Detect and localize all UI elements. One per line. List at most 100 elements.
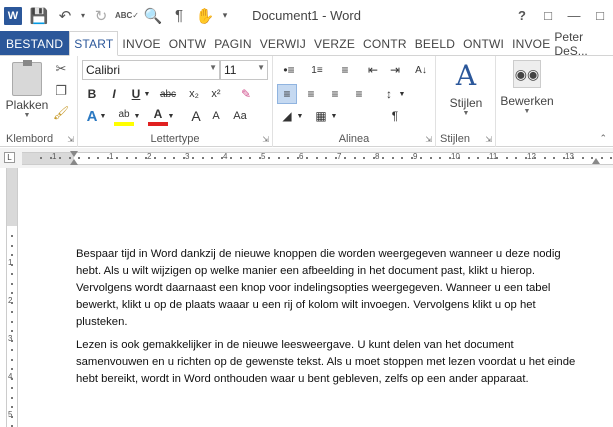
paragraph[interactable]: Bespaar tijd in Word dankzij de nieuwe k… — [76, 246, 576, 331]
superscript-button[interactable]: x² — [206, 84, 226, 104]
tab-bestand[interactable]: BESTAND — [0, 31, 70, 56]
font-size-combo[interactable]: 11 ▼ — [220, 60, 268, 80]
tab-start[interactable]: START — [69, 31, 119, 56]
align-left-icon[interactable]: ≡ — [277, 84, 297, 104]
justify-icon[interactable]: ≡ — [349, 84, 369, 104]
tab-controleren[interactable]: CONTR — [359, 31, 411, 56]
print-preview-icon[interactable]: 🔍 — [140, 0, 166, 31]
highlight-dropdown-icon[interactable]: ▼ — [132, 106, 142, 126]
save-icon[interactable]: 💾 — [26, 0, 52, 31]
show-formatting-marks-icon[interactable]: ¶ — [385, 106, 405, 126]
dialog-launcher-icon[interactable]: ⇲ — [425, 135, 432, 144]
editing-button[interactable]: ◉◉ Bewerken ▼ — [500, 60, 554, 115]
ruler-tick — [78, 157, 80, 159]
align-center-icon[interactable]: ≡ — [301, 84, 321, 104]
tab-invoegen[interactable]: INVOE — [118, 31, 164, 56]
ruler-tick — [11, 283, 13, 285]
tab-invoegtoepassingen[interactable]: INVOE — [508, 31, 554, 56]
ruler-tick — [97, 157, 99, 159]
shrink-font-button[interactable]: A — [206, 106, 226, 126]
sort-icon[interactable]: A↓ — [411, 60, 431, 80]
maximize-icon[interactable]: □ — [587, 0, 613, 31]
horizontal-ruler[interactable]: 1 1 2 3 4 5 6 7 8 9 10 11 12 13 — [22, 151, 613, 165]
grow-font-button[interactable]: A — [186, 106, 206, 126]
borders-icon[interactable]: ▦ — [311, 106, 331, 126]
multilevel-list-icon[interactable]: ≡ — [333, 60, 357, 80]
decrease-indent-icon[interactable]: ⇤ — [363, 60, 383, 80]
minimize-icon[interactable]: — — [561, 0, 587, 31]
tab-verwijzingen[interactable]: VERWIJ — [256, 31, 310, 56]
bold-button[interactable]: B — [82, 84, 102, 104]
ruler-tick — [496, 157, 498, 159]
borders-dropdown-icon[interactable]: ▼ — [329, 106, 339, 126]
dialog-launcher-icon[interactable]: ⇲ — [67, 135, 74, 144]
tab-selector-icon[interactable]: L — [4, 152, 15, 163]
document-area[interactable]: Bespaar tijd in Word dankzij de nieuwe k… — [19, 168, 613, 427]
text-effects-dropdown-icon[interactable]: ▼ — [98, 106, 108, 126]
quick-access-toolbar: W 💾 ↶ ▾ ↻ ABC✓ 🔍 ¶ ✋ ▾ — [0, 0, 232, 31]
word-logo-icon[interactable]: W — [0, 0, 26, 31]
paste-button[interactable]: Plakken ▼ — [6, 60, 48, 119]
ruler-number: 5 — [261, 152, 266, 161]
vertical-ruler[interactable]: 12345 — [6, 168, 18, 427]
underline-dropdown-icon[interactable]: ▼ — [142, 84, 152, 104]
font-name-combo[interactable]: Calibri ▼ — [82, 60, 220, 80]
redo-icon[interactable]: ↻ — [88, 0, 114, 31]
paragraph[interactable]: Lezen is ook gemakkelijker in de nieuwe … — [76, 337, 576, 388]
touch-mode-icon[interactable]: ✋ — [192, 0, 218, 31]
ruler-number: 1 — [52, 152, 57, 161]
document-body[interactable]: Bespaar tijd in Word dankzij de nieuwe k… — [76, 246, 576, 394]
group-label: Lettertype — [150, 133, 200, 145]
highlight-button[interactable]: ab — [114, 106, 134, 126]
user-account[interactable]: Peter DeS... — [554, 30, 613, 58]
font-color-button[interactable]: A — [148, 106, 168, 126]
ruler-tick — [306, 157, 308, 159]
copy-icon[interactable]: ❐ — [52, 82, 70, 100]
tab-beeld[interactable]: BEELD — [411, 31, 459, 56]
window-controls: ? □ — □ — [509, 0, 613, 31]
subscript-button[interactable]: x₂ — [184, 84, 204, 104]
dialog-launcher-icon[interactable]: ⇲ — [485, 135, 492, 144]
numbering-icon[interactable]: 1≡ — [305, 60, 329, 80]
shading-icon[interactable]: ◢ — [277, 106, 297, 126]
cut-icon[interactable]: ✂ — [52, 60, 70, 78]
tab-ontwerpen[interactable]: ONTW — [165, 31, 210, 56]
undo-icon[interactable]: ↶ — [52, 0, 78, 31]
hanging-indent-marker[interactable] — [70, 159, 78, 165]
tab-pagina-indeling[interactable]: PAGIN — [210, 31, 255, 56]
undo-dropdown-icon[interactable]: ▾ — [78, 0, 88, 31]
ruler-tick — [173, 157, 175, 159]
group-lettertype: Calibri ▼ 11 ▼ B I U ▼ abc x₂ x² ✎ A ▼ a… — [78, 56, 273, 147]
change-case-button[interactable]: Aa — [230, 106, 250, 126]
tab-verzendlijsten[interactable]: VERZE — [310, 31, 359, 56]
italic-button[interactable]: I — [104, 84, 124, 104]
help-button[interactable]: ? — [509, 0, 535, 31]
ruler-tick — [11, 302, 13, 304]
collapse-ribbon-icon[interactable]: ⌃ — [599, 133, 607, 144]
customize-qat-icon[interactable]: ▾ — [218, 0, 232, 31]
dialog-launcher-icon[interactable]: ⇲ — [262, 135, 269, 144]
first-line-indent-marker[interactable] — [70, 151, 78, 157]
ribbon-display-options-icon[interactable]: □ — [535, 0, 561, 31]
clear-formatting-icon[interactable]: ✎ — [236, 84, 256, 104]
ribbon-tabs: BESTAND START INVOE ONTW PAGIN VERWIJ VE… — [0, 30, 613, 58]
align-right-icon[interactable]: ≡ — [325, 84, 345, 104]
strikethrough-button[interactable]: abc — [156, 84, 180, 104]
right-indent-marker[interactable] — [592, 158, 600, 164]
ruler-tick — [154, 157, 156, 159]
bullets-icon[interactable]: •≡ — [277, 60, 301, 80]
font-color-dropdown-icon[interactable]: ▼ — [166, 106, 176, 126]
line-spacing-icon[interactable]: ↕ — [379, 84, 399, 104]
paragraph-marks-icon[interactable]: ¶ — [166, 0, 192, 31]
ruler-tick — [135, 157, 137, 159]
shading-dropdown-icon[interactable]: ▼ — [295, 106, 305, 126]
ruler-tick — [59, 157, 61, 159]
format-painter-icon[interactable]: 🖌 — [52, 104, 70, 122]
spelling-icon[interactable]: ABC✓ — [114, 0, 140, 31]
line-spacing-dropdown-icon[interactable]: ▼ — [397, 84, 407, 104]
ruler-tick — [11, 340, 13, 342]
increase-indent-icon[interactable]: ⇥ — [385, 60, 405, 80]
styles-button[interactable]: A Stijlen ▼ — [440, 60, 492, 118]
tab-ontwikkelaars[interactable]: ONTWI — [459, 31, 508, 56]
ruler-tick — [11, 321, 13, 323]
